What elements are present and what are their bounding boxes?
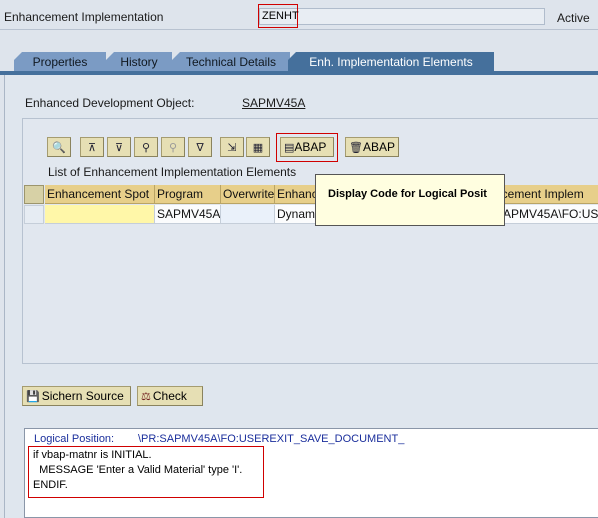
save-icon: 💾 (26, 389, 40, 403)
logical-position-value: \PR:SAPMV45A\FO:USEREXIT_SAVE_DOCUMENT_ (138, 433, 405, 445)
filter-button[interactable]: ∇ (188, 137, 212, 157)
enhancement-implementation-label: Enhancement Implementation (4, 10, 164, 24)
enhancement-implementation-value[interactable]: ZENHT (258, 4, 299, 28)
find-next-button[interactable]: ⚲ (161, 137, 185, 157)
sort-descending-button[interactable]: ⊽ (107, 137, 131, 157)
save-source-button[interactable]: 💾 Sichern Source (22, 386, 131, 406)
delete-abap-code-button[interactable]: 🗑 ABAP (345, 137, 399, 157)
filter-icon: ∇ (196, 140, 204, 154)
cell-enhancement-implementation: SAPMV45A\FO:US (493, 205, 598, 224)
find-next-icon: ⚲ (168, 140, 178, 154)
logical-position-label: Logical Position: (34, 433, 115, 445)
list-title: List of Enhancement Implementation Eleme… (48, 165, 297, 179)
column-header-enhancement-spot[interactable]: Enhancement Spot (45, 185, 155, 204)
select-all-icon[interactable] (24, 185, 44, 204)
details-icon: 🔍 (52, 140, 66, 154)
sort-ascending-icon: ⊼ (87, 140, 97, 154)
enhanced-object-label: Enhanced Development Object: (25, 96, 195, 110)
layout-button[interactable]: ▦ (246, 137, 270, 157)
export-button[interactable]: ⇲ (220, 137, 244, 157)
check-icon: ⚖ (141, 389, 151, 403)
tab-technical-details[interactable]: Technical Details (172, 52, 290, 71)
header-divider (0, 29, 598, 30)
enhanced-object-link[interactable]: SAPMV45A (242, 96, 305, 110)
row-selector[interactable] (24, 205, 44, 224)
find-icon: ⚲ (141, 140, 151, 154)
sort-ascending-button[interactable]: ⊼ (80, 137, 104, 157)
tab-enh-implementation-elements[interactable]: Enh. Implementation Elements (288, 52, 494, 71)
elements-table: Enhancement Spot Program Overwrite Enhan… (24, 185, 598, 225)
column-header-overwrite[interactable]: Overwrite (221, 185, 275, 204)
check-button[interactable]: ⚖ Check (137, 386, 203, 406)
details-button[interactable]: 🔍 (47, 137, 71, 157)
tooltip: Display Code for Logical Posit (315, 174, 505, 226)
save-source-label: Sichern Source (41, 389, 124, 403)
trash-icon: 🗑 (349, 140, 363, 154)
cell-enhancement-spot[interactable] (45, 205, 155, 224)
layout-grid-icon: ▦ (252, 140, 264, 154)
export-icon: ⇲ (227, 140, 237, 154)
cell-program: SAPMV45A (155, 205, 221, 224)
code-line[interactable]: if vbap-matnr is INITIAL. (33, 449, 152, 461)
tab-history[interactable]: History (106, 52, 172, 71)
highlight-box-abap (276, 133, 338, 162)
enhancement-implementation-field[interactable] (259, 8, 545, 25)
tab-properties[interactable]: Properties (14, 52, 106, 71)
code-line[interactable]: ENDIF. (33, 479, 68, 491)
delete-abap-label: ABAP (362, 140, 395, 154)
column-header-enhancement-implementation[interactable]: ncement Implem (493, 185, 598, 204)
sort-descending-icon: ⊽ (114, 140, 124, 154)
cell-overwrite[interactable] (221, 205, 275, 224)
column-header-program[interactable]: Program (155, 185, 221, 204)
check-label: Check (152, 389, 187, 403)
status-text: Active (557, 11, 590, 25)
code-line[interactable]: MESSAGE 'Enter a Valid Material' type 'I… (33, 464, 242, 476)
find-button[interactable]: ⚲ (134, 137, 158, 157)
